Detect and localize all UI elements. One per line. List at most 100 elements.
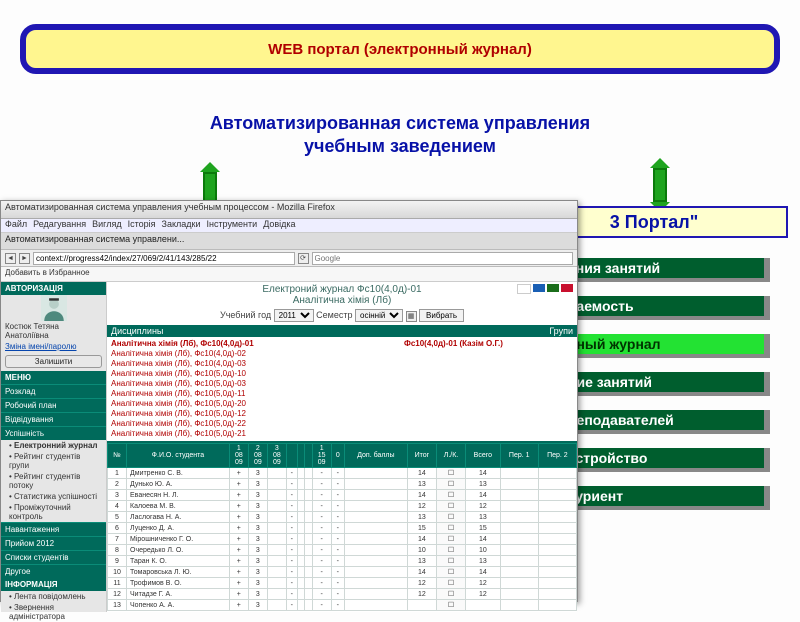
browser-menubar[interactable]: Файл Редагування Вигляд Історія Закладки Інст… xyxy=(1,219,577,233)
side-item[interactable]: Прийом 2012 xyxy=(1,536,106,550)
table-row[interactable]: 8Очередько Л. О.+3---10☐10 xyxy=(108,545,577,556)
flag-en-icon[interactable] xyxy=(561,284,573,292)
col-d1: 10809 xyxy=(229,444,248,468)
menu-Закладки[interactable]: Закладки xyxy=(162,219,201,229)
info-item[interactable]: • Звернення адміністратора xyxy=(1,602,106,622)
side-item[interactable]: Відвідування xyxy=(1,412,106,426)
col-d3: 30809 xyxy=(267,444,286,468)
menu-Редагування[interactable]: Редагування xyxy=(33,219,86,229)
col-d6 xyxy=(305,444,312,468)
arrow-right xyxy=(650,158,670,212)
table-row[interactable]: 10Томаровська Л. Ю.+3---14☐14 xyxy=(108,567,577,578)
col-lk: Л./К. xyxy=(436,444,465,468)
menu-Історія[interactable]: Історія xyxy=(128,219,156,229)
table-row[interactable]: 7Мірошниченко Г. О.+3---14☐14 xyxy=(108,534,577,545)
disc-item[interactable]: Аналітична хімія (Лб), Фс10(5,0д)-22 xyxy=(111,419,396,429)
disc-item[interactable]: Аналітична хімія (Лб), Фс10(4,0д)-02 xyxy=(111,349,396,359)
calendar-icon[interactable]: ▦ xyxy=(406,311,417,322)
group-current[interactable]: Фс10(4,0д)-01 (Казім О.Г.) xyxy=(400,337,577,441)
sidebar-info-header: ІНФОРМАЦІЯ xyxy=(1,578,106,591)
back-icon[interactable]: ◄ xyxy=(5,253,16,264)
flag-ua-icon[interactable] xyxy=(533,284,545,292)
flag-ru-icon[interactable] xyxy=(517,284,531,294)
subtitle: Автоматизированная система управления уч… xyxy=(0,112,800,159)
side-item[interactable]: Навантаження xyxy=(1,522,106,536)
side-bullet[interactable]: • Рейтинг студентів потоку xyxy=(1,471,106,491)
year-label: Учебний год xyxy=(220,310,271,320)
reload-icon[interactable]: ⟳ xyxy=(298,253,309,264)
side-item[interactable]: Другое xyxy=(1,564,106,578)
col-vs: Всего xyxy=(465,444,500,468)
table-row[interactable]: 5Ласлогава Н. А.+3---13☐13 xyxy=(108,512,577,523)
year-select[interactable]: 2011 xyxy=(274,309,314,322)
right-item-4[interactable]: реподавателей xyxy=(560,410,770,434)
side-bullet[interactable]: • Рейтинг студентів групи xyxy=(1,451,106,471)
table-row[interactable]: 3Еванесян Н. Л.+3---14☐14 xyxy=(108,490,577,501)
col-p1: Пер. 1 xyxy=(500,444,538,468)
col-itog: Итог xyxy=(407,444,436,468)
subtitle-line2: учебным заведением xyxy=(304,136,496,156)
leave-button[interactable]: Залишити xyxy=(5,355,102,368)
filter-controls: Учебний год 2011 Семестр осінній ▦ Вибра… xyxy=(107,309,577,322)
search-input[interactable] xyxy=(312,252,574,265)
disc-item[interactable]: Аналітична хімія (Лб), Фс10(5,0д)-11 xyxy=(111,389,396,399)
side-item[interactable]: Успішність xyxy=(1,426,106,440)
journal-title: Електроний журнал Фс10(4,0д)-01Аналітичн… xyxy=(107,284,577,306)
col-name: Ф.И.О. студента xyxy=(127,444,230,468)
menu-Довідка[interactable]: Довідка xyxy=(263,219,295,229)
url-input[interactable] xyxy=(33,252,295,265)
disc-header: Дисциплины xyxy=(111,326,549,336)
table-row[interactable]: 2Дунько Ю. А.+3---13☐13 xyxy=(108,479,577,490)
change-pass-link[interactable]: Зміна імені/паролю xyxy=(5,342,77,351)
menu-Файл[interactable]: Файл xyxy=(5,219,27,229)
info-item[interactable]: • Лента повідомлень xyxy=(1,591,106,602)
right-item-3[interactable]: ние занятий xyxy=(560,372,770,396)
disc-item[interactable]: Аналітична хімія (Лб), Фс10(5,0д)-03 xyxy=(111,379,396,389)
browser-urlbar: ◄ ► ⟳ xyxy=(1,250,577,267)
table-row[interactable]: 4Калоева М. В.+3---12☐12 xyxy=(108,501,577,512)
col-p2: Пер. 2 xyxy=(538,444,576,468)
browser-window: Автоматизированная система управления уч… xyxy=(0,200,578,602)
web-portal-banner: WEB портал (электронный журнал) xyxy=(20,24,780,74)
table-row[interactable]: 12Читадзе Г. А.+3---12☐12 xyxy=(108,589,577,600)
right-item-1[interactable]: ваемость xyxy=(560,296,770,320)
table-row[interactable]: 13Чопенко А. А.+3---☐ xyxy=(108,600,577,611)
table-row[interactable]: 1Дмитренко С. В.+3---14☐14 xyxy=(108,468,577,479)
side-bullet[interactable]: • Електронний журнал xyxy=(1,440,106,451)
right-item-6[interactable]: туриент xyxy=(560,486,770,510)
lang-flags[interactable] xyxy=(517,284,573,294)
favorites-link[interactable]: Добавить в Избранное xyxy=(1,267,577,282)
flag-it-icon[interactable] xyxy=(547,284,559,292)
group-header: Групи xyxy=(549,326,573,336)
table-row[interactable]: 11Трофимов В. О.+3---12☐12 xyxy=(108,578,577,589)
side-bullet[interactable]: • Статистика успішності xyxy=(1,491,106,502)
col-d5 xyxy=(297,444,304,468)
sem-label: Семестр xyxy=(316,310,352,320)
col-num: № xyxy=(108,444,127,468)
right-item-2[interactable]: нный журнал xyxy=(560,334,770,358)
table-row[interactable]: 6Луценко Д. А.+3---15☐15 xyxy=(108,523,577,534)
fwd-icon[interactable]: ► xyxy=(19,253,30,264)
side-item[interactable]: Робочий план xyxy=(1,398,106,412)
disc-item[interactable]: Аналітична хімія (Лб), Фс10(5,0д)-21 xyxy=(111,429,396,439)
menu-Інструменти[interactable]: Інструменти xyxy=(206,219,257,229)
side-item[interactable]: Списки студентів xyxy=(1,550,106,564)
sem-select[interactable]: осінній xyxy=(355,309,403,322)
select-button[interactable]: Вибрать xyxy=(419,309,464,322)
menu-Вигляд[interactable]: Вигляд xyxy=(92,219,122,229)
col-dop: Доп. баллы xyxy=(344,444,407,468)
disc-item[interactable]: Аналітична хімія (Лб), Фс10(5,0д)-20 xyxy=(111,399,396,409)
right-item-0[interactable]: ания занятий xyxy=(560,258,770,282)
side-bullet[interactable]: • Проміжуточний контроль xyxy=(1,502,106,522)
window-titlebar: Автоматизированная система управления уч… xyxy=(1,201,577,219)
table-row[interactable]: 9Таран К. О.+3---13☐13 xyxy=(108,556,577,567)
col-d4 xyxy=(286,444,297,468)
subtitle-line1: Автоматизированная система управления xyxy=(210,113,590,133)
disc-item[interactable]: Аналітична хімія (Лб), Фс10(4,0д)-03 xyxy=(111,359,396,369)
disc-item[interactable]: Аналітична хімія (Лб), Фс10(5,0д)-10 xyxy=(111,369,396,379)
disc-item[interactable]: Аналітична хімія (Лб), Фс10(5,0д)-12 xyxy=(111,409,396,419)
right-item-5[interactable]: устройство xyxy=(560,448,770,472)
side-item[interactable]: Розклад xyxy=(1,384,106,398)
browser-tab[interactable]: Автоматизированная система управлени... xyxy=(1,233,577,250)
discipline-list[interactable]: Аналітична хімія (Лб), Фс10(4,0д)-01Анал… xyxy=(107,337,400,441)
